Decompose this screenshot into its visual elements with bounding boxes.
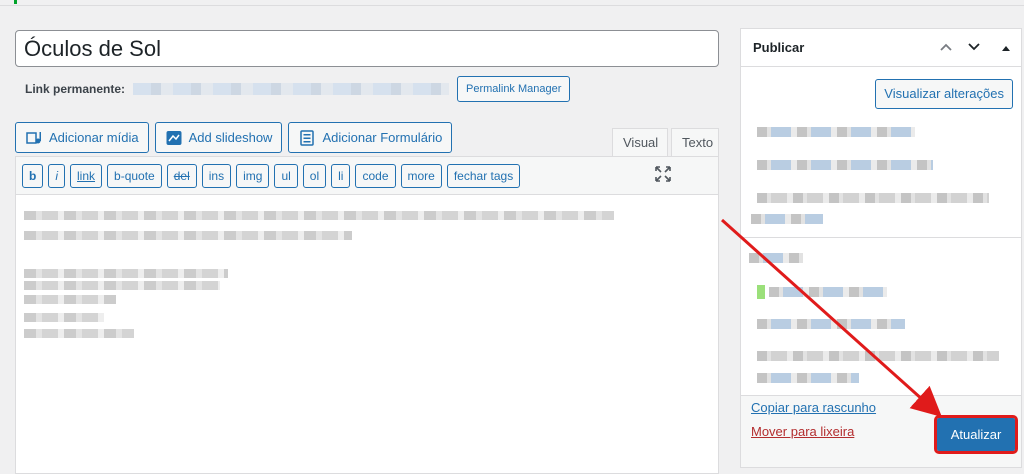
move-up-icon[interactable]: [937, 39, 955, 57]
publish-actions: Copiar para rascunho Mover para lixeira …: [741, 395, 1021, 467]
move-to-trash-link[interactable]: Mover para lixeira: [751, 424, 854, 439]
quicktag-code-button[interactable]: code: [355, 163, 396, 188]
fullscreen-icon[interactable]: [654, 166, 672, 184]
quicktag-del-button[interactable]: del: [166, 163, 197, 188]
quicktag-italic-button[interactable]: i: [48, 163, 66, 188]
quicktag-close-tags-button[interactable]: fechar tags: [446, 163, 521, 188]
quicktag-ol-button[interactable]: ol: [302, 163, 327, 188]
seo-status-dot: [757, 285, 765, 299]
add-media-button[interactable]: Adicionar mídia: [15, 122, 149, 153]
publish-divider: [741, 237, 1021, 238]
quicktag-ul-button[interactable]: ul: [274, 163, 298, 188]
redacted-content-line: [24, 269, 228, 278]
tab-visual[interactable]: Visual: [612, 128, 668, 157]
permalink-manager-button[interactable]: Permalink Manager: [457, 76, 571, 102]
redacted-seo-line: [757, 351, 999, 361]
media-icon: [25, 129, 43, 147]
post-title-input[interactable]: [15, 30, 719, 67]
redacted-seo-line: [769, 287, 887, 297]
text-editor[interactable]: b i link b-quote del ins img ul ol li co…: [15, 156, 719, 474]
collapse-toggle-icon[interactable]: [997, 39, 1015, 57]
media-buttons: Adicionar mídia Add slideshow Adicionar …: [15, 122, 453, 153]
copy-to-draft-link[interactable]: Copiar para rascunho: [751, 400, 876, 415]
quicktag-link-button[interactable]: link: [70, 163, 103, 188]
admin-top-bar: [0, 0, 1024, 6]
redacted-content-line: [24, 295, 116, 304]
quicktag-bold-button[interactable]: b: [22, 163, 44, 188]
quicktag-bquote-button[interactable]: b-quote: [107, 163, 162, 188]
move-down-icon[interactable]: [965, 39, 983, 57]
publish-title: Publicar: [753, 40, 805, 55]
publish-box: Publicar Visualizar alterações Copiar pa…: [740, 28, 1022, 468]
redacted-content-line: [24, 329, 134, 338]
preview-changes-button[interactable]: Visualizar alterações: [875, 79, 1013, 109]
redacted-content-line: [24, 313, 104, 322]
tab-text[interactable]: Texto: [671, 128, 719, 157]
redacted-date-line: [757, 193, 989, 203]
add-slideshow-button[interactable]: Add slideshow: [154, 122, 283, 153]
permalink-label: Link permanente:: [25, 82, 126, 96]
redacted-visibility-line: [757, 160, 933, 170]
quicktag-img-button[interactable]: img: [236, 163, 270, 188]
permalink-url[interactable]: [133, 83, 450, 95]
redacted-content-line: [24, 211, 614, 220]
form-icon: [298, 129, 316, 147]
topbar-accent: [14, 0, 17, 4]
add-slideshow-label: Add slideshow: [188, 130, 273, 145]
redacted-section-line: [749, 253, 803, 263]
redacted-date-line: [751, 214, 823, 224]
redacted-seo-line: [757, 319, 905, 329]
quicktag-ins-button[interactable]: ins: [201, 163, 232, 188]
add-form-button[interactable]: Adicionar Formulário: [288, 122, 453, 153]
add-form-label: Adicionar Formulário: [322, 130, 443, 145]
quicktag-li-button[interactable]: li: [331, 163, 351, 188]
update-button[interactable]: Atualizar: [934, 415, 1018, 454]
quicktags-toolbar: b i link b-quote del ins img ul ol li co…: [16, 157, 718, 195]
redacted-content-line: [24, 281, 220, 290]
permalink-row: Link permanente: Permalink Manager: [25, 76, 571, 102]
redacted-content-line: [24, 231, 352, 240]
quicktag-more-button[interactable]: more: [400, 163, 442, 188]
redacted-seo-line: [757, 373, 859, 383]
redacted-status-line: [757, 127, 915, 137]
slideshow-icon: [165, 129, 183, 147]
add-media-label: Adicionar mídia: [49, 130, 139, 145]
